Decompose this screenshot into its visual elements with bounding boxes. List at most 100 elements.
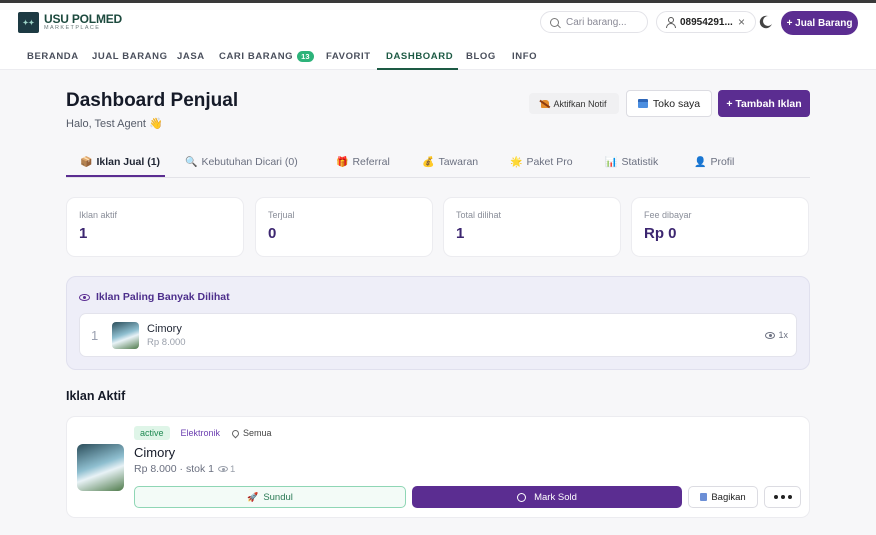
shop-icon [637,99,648,108]
tab-active-indicator [66,175,165,177]
active-ads-title: Iklan Aktif [66,389,126,403]
location-label: Semua [243,428,272,438]
user-chip[interactable]: 08954291... × [656,11,756,33]
logo-subtitle: MARKETPLACE [44,25,101,32]
main-nav: BERANDA JUAL BARANG JASA CARI BARANG 13 … [0,42,876,70]
user-icon [665,17,676,28]
ad-meta: Rp 8.000 · stok 1 1 [134,463,235,475]
tab-label: Iklan Jual (1) [96,156,161,168]
stat-value: 0 [268,225,277,242]
share-label: Bagikan [711,491,746,503]
view-count-value: 1x [778,330,788,340]
gift-icon: 🎁 [336,156,349,168]
share-button[interactable]: Bagikan [688,486,758,508]
bell-off-icon [541,99,550,108]
stat-label: Fee dibayar [644,210,692,220]
view-count: 1 [229,463,236,475]
price-stock: Rp 8.000 · stok 1 [134,463,214,475]
tab-referral[interactable]: 🎁 Referral [336,148,390,176]
stat-value: 1 [79,225,88,242]
stat-label: Iklan aktif [79,210,118,220]
check-circle-icon [517,492,527,502]
stat-card-total-views: Total dilihat 1 [443,197,621,257]
eye-icon [217,466,228,472]
search-icon [550,17,559,27]
tab-label: Kebutuhan Dicari (0) [201,156,298,168]
status-badge: active [134,426,170,440]
close-icon[interactable]: × [738,15,745,29]
tab-label: Paket Pro [526,156,573,168]
stat-value: Rp 0 [644,225,677,242]
nav-item-info[interactable]: INFO [512,42,537,70]
sell-item-button[interactable]: + Jual Barang [781,11,858,35]
location-pin-icon [230,428,241,438]
page-title: Dashboard Penjual [66,90,239,111]
tab-label: Referral [352,156,390,168]
enable-notif-button[interactable]: Aktifkan Notif [529,93,619,114]
stat-label: Total dilihat [456,210,502,220]
package-icon: 📦 [80,156,93,168]
eye-icon [765,331,776,339]
product-price: Rp 8.000 [147,337,186,348]
tab-paket-pro[interactable]: 🌟 Paket Pro [510,148,573,176]
dot-icon [787,495,792,499]
ad-card: active Elektronik Semua Cimory Rp 8.000 … [66,416,810,518]
nav-item-favorit[interactable]: FAVORIT [326,42,371,70]
person-icon: 👤 [694,156,707,168]
view-count: 1x [765,330,788,340]
bar-chart-icon: 📊 [605,156,618,168]
eye-icon [79,293,90,301]
magnifier-icon: 🔍 [185,156,198,168]
product-thumbnail[interactable] [77,444,124,491]
product-name: Cimory [147,323,182,335]
most-viewed-title: Iklan Paling Banyak Dilihat [96,291,230,303]
stat-card-active-ads: Iklan aktif 1 [66,197,244,257]
tab-kebutuhan-dicari[interactable]: 🔍 Kebutuhan Dicari (0) [185,148,298,176]
moon-icon[interactable] [763,16,773,26]
tab-iklan-jual[interactable]: 📦 Iklan Jual (1) [80,148,160,176]
dot-icon [780,495,785,499]
star-icon: 🌟 [510,156,523,168]
add-listing-button[interactable]: + Tambah Iklan [718,90,810,117]
bump-button[interactable]: 🚀 Sundul [134,486,406,508]
dashboard-tabs: 📦 Iklan Jual (1) 🔍 Kebutuhan Dicari (0) … [66,148,810,178]
tab-statistik[interactable]: 📊 Statistik [605,148,658,176]
mark-sold-button[interactable]: Mark Sold [412,486,682,508]
rank-number: 1 [91,328,99,343]
site-logo[interactable]: ✦✦ USU POLMED MARKETPLACE [18,12,122,33]
bump-label: Sundul [263,491,293,503]
tab-label: Tawaran [438,156,479,168]
location-tag: Semua [230,428,272,438]
page-greeting: Halo, Test Agent 👋 [66,118,163,130]
more-options-button[interactable] [764,486,801,508]
stat-value: 1 [456,225,465,242]
search-box[interactable] [540,11,648,33]
money-bag-icon: 💰 [422,156,435,168]
ad-title[interactable]: Cimory [134,445,175,460]
nav-item-jual-barang[interactable]: JUAL BARANG [92,42,168,70]
notif-button-label: Aktifkan Notif [553,98,607,109]
my-shop-button[interactable]: Toko saya [626,90,712,117]
nav-item-beranda[interactable]: BERANDA [27,42,79,70]
category-tag: Elektronik [180,428,221,438]
logo-title: USU POLMED [44,12,123,27]
nav-item-blog[interactable]: BLOG [466,42,496,70]
dot-icon [773,495,778,499]
tab-tawaran[interactable]: 💰 Tawaran [422,148,478,176]
tab-label: Profil [710,156,735,168]
shop-button-label: Toko saya [652,97,701,110]
nav-item-dashboard[interactable]: DASHBOARD [386,42,453,70]
share-icon [700,493,708,501]
rocket-icon: 🚀 [247,491,259,502]
nav-item-jasa[interactable]: JASA [177,42,205,70]
search-input[interactable] [566,16,646,28]
nav-item-cari-barang[interactable]: CARI BARANG 13 [219,42,314,70]
tab-label: Statistik [621,156,659,168]
tab-profil[interactable]: 👤 Profil [694,148,734,176]
count-badge: 13 [297,50,314,62]
stat-card-fee-paid: Fee dibayar Rp 0 [631,197,809,257]
nav-active-indicator [377,68,458,70]
list-item[interactable]: 1 Cimory Rp 8.000 1x [79,313,797,357]
mark-sold-label: Mark Sold [534,491,577,503]
user-phone: 08954291... [680,16,733,28]
